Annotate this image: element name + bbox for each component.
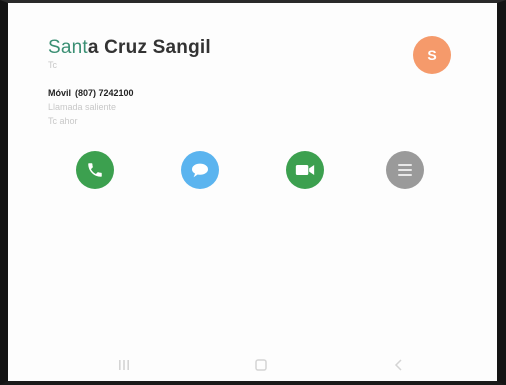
contact-name-highlight: Sant [48, 37, 88, 58]
back-icon [394, 359, 402, 371]
contact-subtitle: Tc [48, 60, 57, 70]
video-call-button[interactable] [286, 151, 324, 189]
menu-icon [398, 164, 412, 176]
phone-screenshot-frame: Santa Cruz Sangil Tc S Móvil (807) 72421… [0, 0, 506, 385]
contact-name-rest: a Cruz Sangil [87, 37, 211, 58]
phone-number: (807) 7242100 [75, 88, 134, 98]
avatar-letter: S [427, 47, 437, 63]
call-button[interactable] [76, 151, 114, 189]
phone-number-row[interactable]: Móvil (807) 7242100 [48, 88, 134, 98]
back-button[interactable] [388, 355, 410, 375]
video-icon [295, 165, 315, 175]
recent-apps-button[interactable] [113, 355, 135, 375]
contact-name: Santa Cruz Sangil [48, 37, 211, 59]
recent-apps-icon [119, 360, 129, 370]
more-options-button[interactable] [386, 151, 424, 189]
home-icon [255, 359, 267, 371]
contact-avatar[interactable]: S [413, 36, 451, 74]
message-button[interactable] [181, 151, 219, 189]
system-navigation-bar [8, 351, 497, 379]
contact-detail-screen: Santa Cruz Sangil Tc S Móvil (807) 72421… [8, 3, 497, 381]
call-time: Tc ahor [48, 116, 78, 126]
phone-type: Móvil [48, 88, 72, 98]
call-status: Llamada saliente [48, 102, 117, 112]
phone-icon [88, 163, 102, 177]
message-icon [192, 163, 208, 178]
home-button[interactable] [250, 355, 272, 375]
